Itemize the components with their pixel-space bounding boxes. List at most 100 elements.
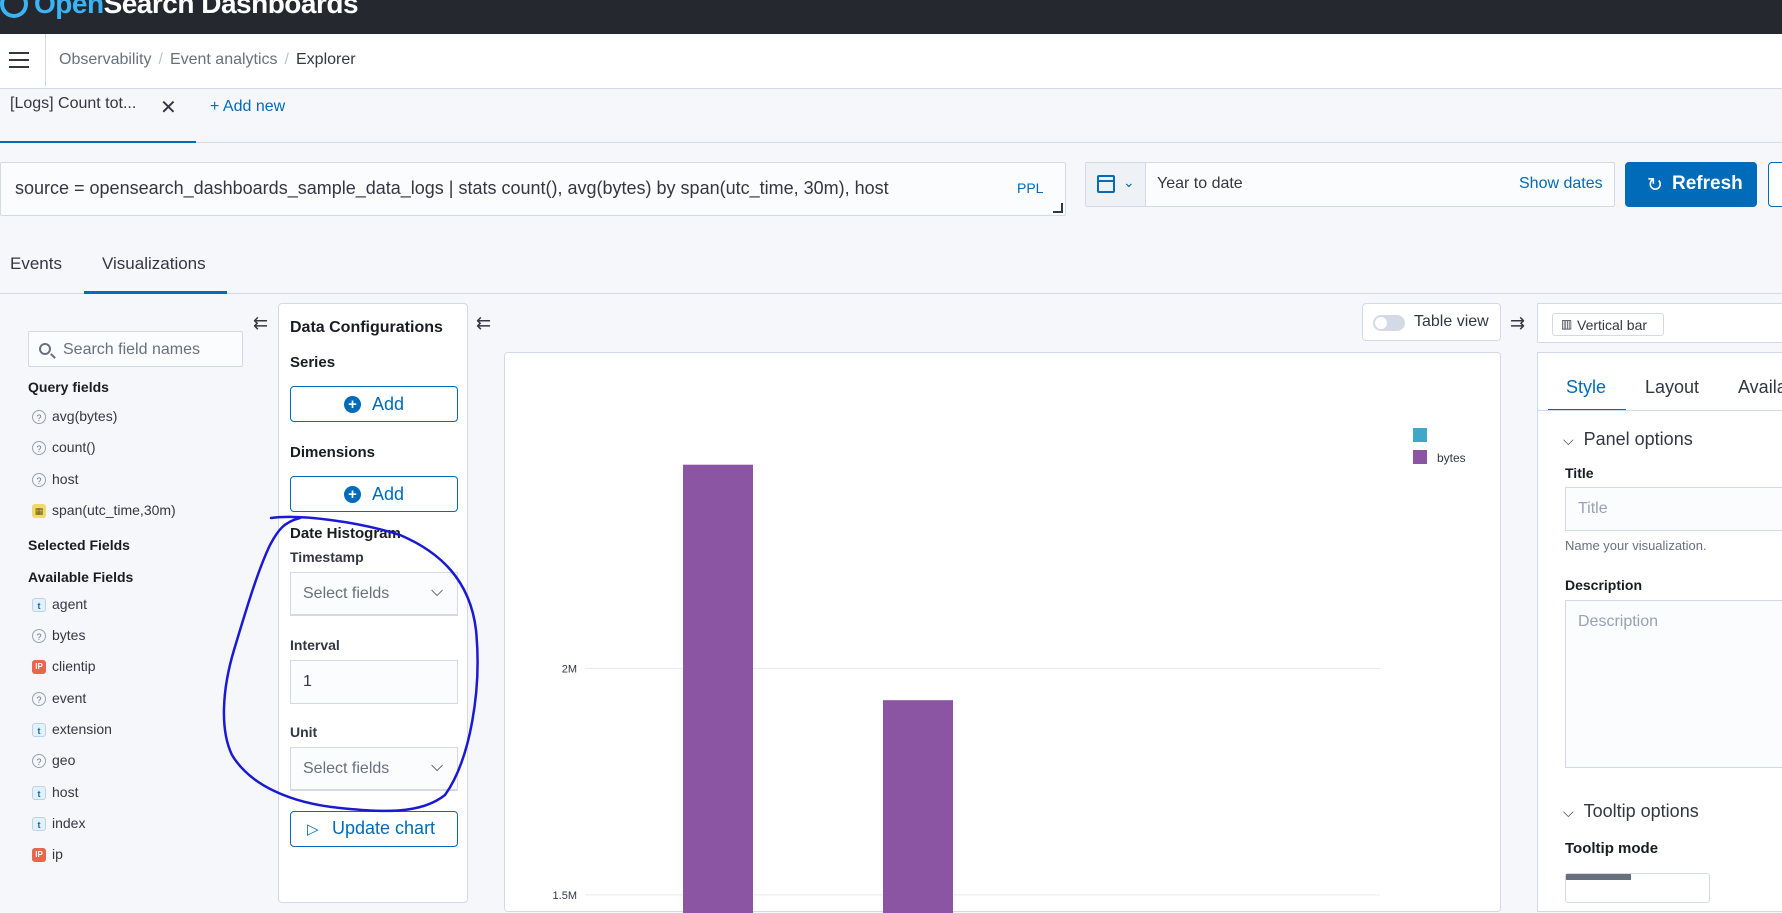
- ip-type-icon: IP: [32, 660, 46, 675]
- field-name: host: [52, 471, 79, 487]
- table-view-toggle[interactable]: Table view: [1362, 303, 1501, 341]
- field-item[interactable]: ? avg(bytes): [32, 408, 176, 430]
- search-icon: [39, 343, 51, 355]
- style-config-panel: Style Layout Availa ⌵ Panel options Title…: [1537, 352, 1782, 912]
- field-item[interactable]: IP clientip: [32, 658, 112, 680]
- panel-options-accordion[interactable]: ⌵ Panel options: [1563, 429, 1693, 450]
- data-configurations-title: Data Configurations: [290, 319, 443, 336]
- field-item[interactable]: ? geo: [32, 752, 112, 774]
- field-item[interactable]: t host: [32, 784, 112, 806]
- tab-events[interactable]: Events: [10, 254, 62, 274]
- query-input[interactable]: source = opensearch_dashboards_sample_da…: [0, 162, 1066, 216]
- tab-layout[interactable]: Layout: [1645, 377, 1699, 398]
- dimensions-title: Dimensions: [290, 444, 376, 461]
- field-item[interactable]: ? count(): [32, 439, 176, 461]
- title-label: Title: [1565, 465, 1594, 481]
- collapse-sidebar-icon[interactable]: ⇇: [253, 313, 268, 334]
- field-item[interactable]: ? event: [32, 690, 112, 712]
- close-icon[interactable]: ✕: [160, 95, 177, 120]
- field-item[interactable]: IP ip: [32, 846, 112, 868]
- title-input[interactable]: Title: [1565, 487, 1782, 531]
- add-series-button[interactable]: + Add: [290, 386, 458, 422]
- tooltip-options-accordion[interactable]: ⌵ Tooltip options: [1563, 801, 1699, 822]
- field-name: host: [52, 784, 79, 800]
- breadcrumb-current: Explorer: [296, 51, 356, 68]
- opensearch-logo-icon[interactable]: [0, 0, 28, 18]
- tooltip-mode-segment: [1566, 874, 1631, 880]
- overflow-button[interactable]: [1768, 162, 1782, 207]
- tooltip-options-label: Tooltip options: [1583, 801, 1699, 821]
- field-name: ip: [52, 846, 63, 862]
- number-type-icon: ?: [32, 473, 46, 488]
- field-item[interactable]: ▦ span(utc_time,30m): [32, 502, 176, 524]
- search-field-names-input[interactable]: [61, 339, 239, 361]
- field-name: bytes: [52, 627, 86, 643]
- resize-handle-icon[interactable]: [1053, 203, 1063, 213]
- table-view-label: Table view: [1414, 313, 1489, 330]
- date-range-label[interactable]: Year to date: [1157, 175, 1243, 193]
- field-item[interactable]: ? host: [32, 471, 176, 493]
- field-item[interactable]: t index: [32, 815, 112, 837]
- app-title-rest: Search Dashboards: [103, 0, 359, 19]
- description-label: Description: [1565, 577, 1643, 593]
- refresh-icon: ↻: [1647, 175, 1663, 196]
- tab-availability[interactable]: Availa: [1738, 377, 1782, 398]
- interval-input[interactable]: 1: [290, 660, 458, 704]
- vis-type-selector[interactable]: ▥ Vertical bar: [1552, 313, 1664, 336]
- add-series-label: Add: [372, 394, 405, 414]
- description-input[interactable]: Description: [1565, 600, 1782, 768]
- string-type-icon: t: [32, 723, 46, 738]
- available-fields-list: t agent ? bytes IP clientip ? event t extensi…: [32, 596, 112, 868]
- chart-panel: 2M 1.5M bytes: [504, 352, 1501, 913]
- query-tab-label: [Logs] Count tot...: [10, 95, 137, 112]
- query-tab[interactable]: [Logs] Count tot... ✕: [0, 89, 196, 143]
- number-type-icon: ?: [32, 692, 46, 707]
- unit-select[interactable]: Select fields ⌵: [290, 747, 458, 791]
- string-type-icon: t: [32, 817, 46, 832]
- vis-type-header: ▥ Vertical bar: [1537, 303, 1782, 343]
- chart-bar[interactable]: [683, 464, 753, 913]
- legend-swatch[interactable]: [1413, 428, 1427, 442]
- number-type-icon: ?: [32, 441, 46, 456]
- show-dates-link[interactable]: Show dates: [1519, 175, 1603, 193]
- hamburger-menu-icon[interactable]: [9, 52, 29, 70]
- tab-visualizations[interactable]: Visualizations: [84, 242, 227, 294]
- interval-label: Interval: [290, 637, 340, 653]
- tab-visualizations-label: Visualizations: [102, 254, 206, 273]
- selected-fields-title: Selected Fields: [28, 537, 130, 553]
- field-item[interactable]: t agent: [32, 596, 112, 618]
- query-text: source = opensearch_dashboards_sample_da…: [15, 178, 889, 198]
- update-chart-button[interactable]: ▷ Update chart: [290, 811, 458, 847]
- tab-style[interactable]: Style: [1548, 365, 1626, 411]
- app-title[interactable]: OpenSearch Dashboards: [34, 0, 359, 20]
- calendar-icon: [1097, 175, 1115, 193]
- ppl-language-badge[interactable]: PPL: [1017, 180, 1043, 196]
- add-new-tab-button[interactable]: + Add new: [210, 98, 285, 116]
- breadcrumb-event-analytics[interactable]: Event analytics: [170, 51, 278, 68]
- number-type-icon: ?: [32, 754, 46, 769]
- legend-swatch[interactable]: [1413, 450, 1427, 464]
- refresh-button[interactable]: ↻ Refresh: [1625, 162, 1757, 207]
- expand-panel-icon[interactable]: ⇉: [1510, 313, 1525, 334]
- string-type-icon: t: [32, 598, 46, 613]
- series-title: Series: [290, 354, 336, 371]
- bar-chart-icon: ▥: [1561, 317, 1573, 331]
- toggle-switch[interactable]: [1373, 315, 1405, 331]
- tooltip-mode-label: Tooltip mode: [1565, 840, 1659, 857]
- chart-bar[interactable]: [883, 700, 953, 913]
- timestamp-select[interactable]: Select fields ⌵: [290, 572, 458, 616]
- tab-divider: [1538, 410, 1782, 411]
- legend-label[interactable]: bytes: [1437, 451, 1466, 465]
- y-tick-label: 2M: [562, 663, 577, 675]
- quick-menu-button[interactable]: ⌄: [1086, 163, 1146, 206]
- breadcrumb-observability[interactable]: Observability: [59, 51, 151, 68]
- bar-chart: 2M 1.5M bytes: [553, 428, 1466, 913]
- field-item[interactable]: t extension: [32, 721, 112, 743]
- collapse-config-icon[interactable]: ⇇: [476, 313, 491, 334]
- add-dimension-button[interactable]: + Add: [290, 476, 458, 512]
- panel-options-label: Panel options: [1583, 429, 1693, 449]
- tooltip-mode-control[interactable]: [1565, 873, 1710, 903]
- breadcrumb: Observability / Event analytics / Explorer: [59, 51, 356, 69]
- field-search: [28, 331, 243, 367]
- field-item[interactable]: ? bytes: [32, 627, 112, 649]
